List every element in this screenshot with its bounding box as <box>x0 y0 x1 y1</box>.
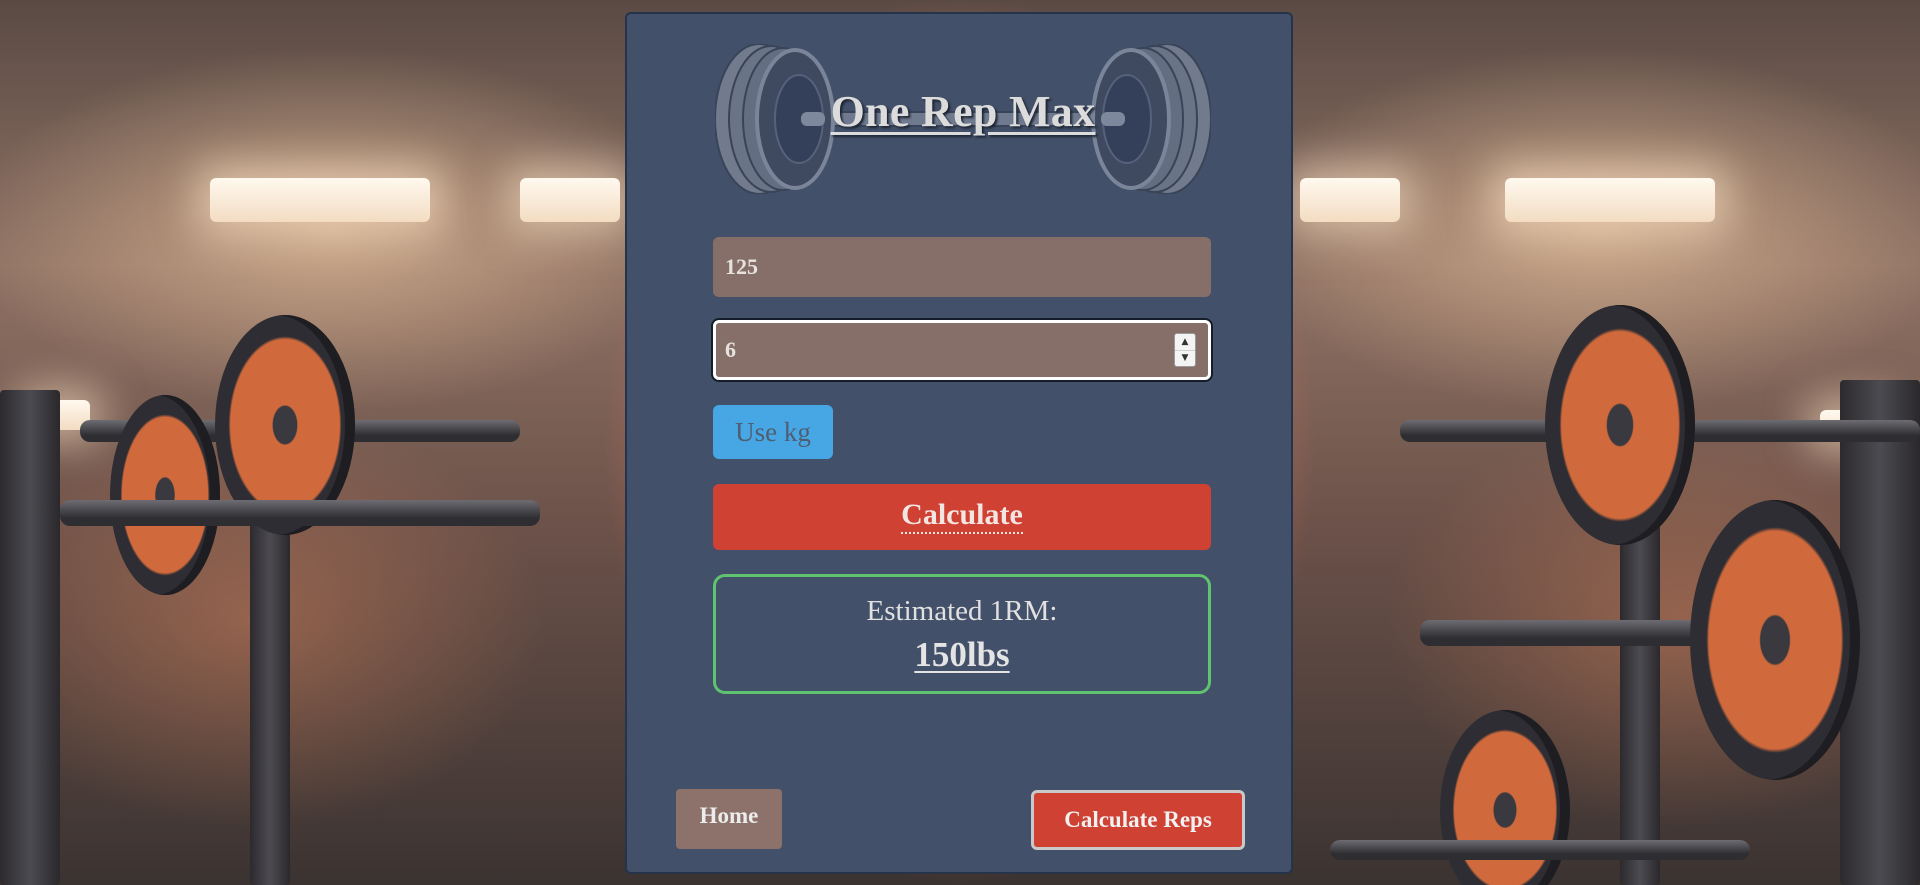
one-rep-max-card: One Rep Max 125 6 ▲ ▼ Use kg Calculate E… <box>625 12 1293 874</box>
weight-input[interactable]: 125 <box>713 237 1211 297</box>
calculate-button-label: Calculate <box>901 500 1023 534</box>
reps-stepper[interactable]: ▲ ▼ <box>1174 333 1196 367</box>
calculate-button[interactable]: Calculate <box>713 484 1211 550</box>
result-value: 150lbs <box>914 635 1010 674</box>
page-title: One Rep Max <box>830 87 1096 136</box>
weight-input-value: 125 <box>725 254 758 279</box>
caret-up-icon[interactable]: ▲ <box>1175 334 1195 351</box>
calculate-reps-button[interactable]: Calculate Reps <box>1031 790 1245 850</box>
use-kg-button[interactable]: Use kg <box>713 405 833 459</box>
result-label: Estimated 1RM: <box>866 595 1058 627</box>
home-button[interactable]: Home <box>676 789 782 849</box>
reps-input-value: 6 <box>725 337 736 362</box>
header: One Rep Max <box>715 44 1211 194</box>
reps-input[interactable]: 6 ▲ ▼ <box>713 320 1211 380</box>
result-box: Estimated 1RM: 150lbs <box>713 574 1211 694</box>
caret-down-icon[interactable]: ▼ <box>1175 350 1195 366</box>
